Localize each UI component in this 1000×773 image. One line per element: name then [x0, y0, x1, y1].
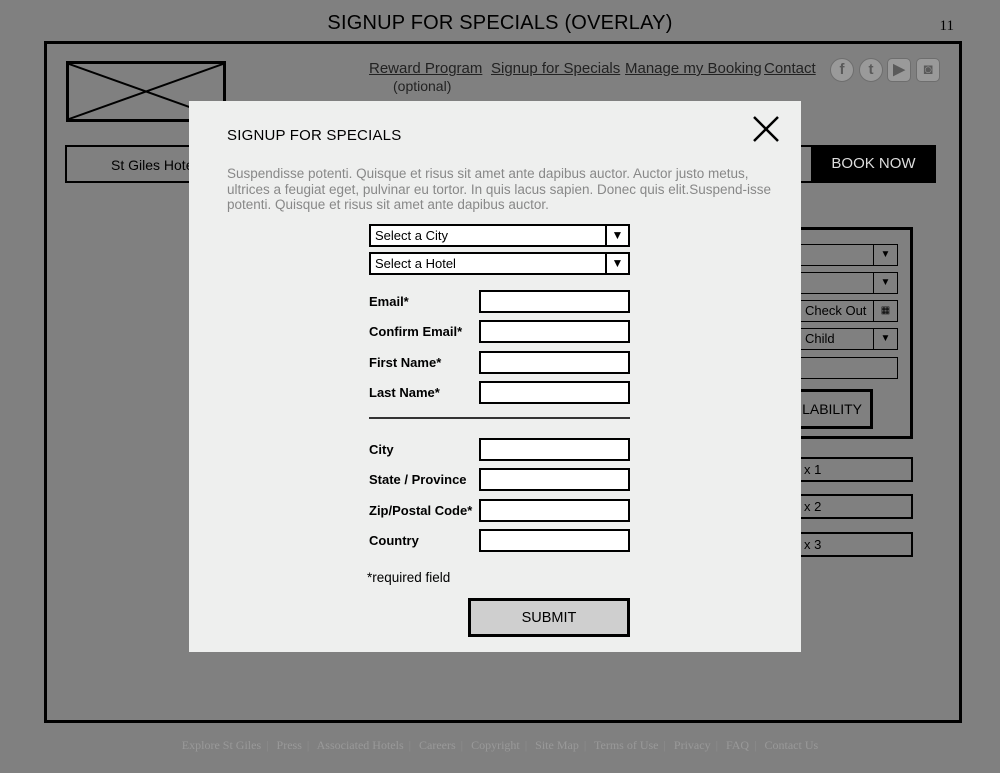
- nav-manage-booking[interactable]: Manage my Booking: [625, 60, 762, 77]
- chevron-down-icon: ▼: [873, 245, 897, 265]
- first-name-label: First Name*: [369, 355, 442, 370]
- state-label: State / Province: [369, 472, 467, 487]
- email-label: Email*: [369, 294, 409, 309]
- email-field[interactable]: [479, 290, 630, 313]
- footer-careers[interactable]: Careers: [419, 738, 456, 752]
- nav-signup-specials[interactable]: Signup for Specials: [491, 60, 620, 77]
- calendar-icon[interactable]: ▦: [873, 301, 897, 321]
- chevron-down-icon: ▼: [873, 329, 897, 349]
- footer-faq[interactable]: FAQ: [726, 738, 749, 752]
- select-city-label: Select a City: [375, 228, 448, 243]
- close-icon[interactable]: [752, 115, 780, 143]
- footer-explore[interactable]: Explore St Giles: [182, 738, 261, 752]
- select-city-dropdown[interactable]: Select a City ▼: [369, 224, 630, 247]
- confirm-email-label: Confirm Email*: [369, 324, 463, 339]
- youtube-icon[interactable]: ▶: [887, 58, 911, 82]
- footer-privacy[interactable]: Privacy: [674, 738, 711, 752]
- nav-reward-optional: (optional): [393, 78, 452, 94]
- overlay-description: Suspendisse potenti. Quisque et risus si…: [227, 166, 772, 212]
- footer-associated-hotels[interactable]: Associated Hotels: [317, 738, 404, 752]
- last-name-field[interactable]: [479, 381, 630, 404]
- zip-label: Zip/Postal Code*: [369, 503, 473, 518]
- submit-button[interactable]: SUBMIT: [468, 598, 630, 637]
- select-hotel-dropdown[interactable]: Select a Hotel ▼: [369, 252, 630, 275]
- chevron-down-icon: ▼: [605, 254, 628, 273]
- footer-contact[interactable]: Contact Us: [765, 738, 819, 752]
- footer-press[interactable]: Press: [277, 738, 302, 752]
- first-name-field[interactable]: [479, 351, 630, 374]
- facebook-icon[interactable]: f: [830, 58, 854, 82]
- nav-contact[interactable]: Contact: [764, 60, 816, 77]
- hotel-selector-label: St Giles Hote: [111, 157, 194, 173]
- twitter-icon[interactable]: t: [859, 58, 883, 82]
- instagram-icon[interactable]: ◙: [916, 58, 940, 82]
- country-label: Country: [369, 533, 419, 548]
- nav-reward-program[interactable]: Reward Program: [369, 60, 482, 77]
- last-name-label: Last Name*: [369, 385, 440, 400]
- chevron-down-icon: ▼: [605, 226, 628, 245]
- footer-links: Explore St Giles | Press | Associated Hote…: [181, 738, 819, 752]
- check-out-label: Check Out: [805, 303, 867, 318]
- required-note: *required field: [367, 570, 451, 585]
- book-now-button[interactable]: BOOK NOW: [811, 145, 936, 183]
- city-label: City: [369, 442, 394, 457]
- footer-copyright[interactable]: Copyright: [471, 738, 520, 752]
- select-hotel-label: Select a Hotel: [375, 256, 456, 271]
- overlay-title: SIGNUP FOR SPECIALS: [227, 127, 402, 144]
- chevron-down-icon: ▼: [873, 273, 897, 293]
- footer-terms[interactable]: Terms of Use: [594, 738, 658, 752]
- zip-field[interactable]: [479, 499, 630, 522]
- form-divider: [369, 417, 630, 419]
- page-title: SIGNUP FOR SPECIALS (OVERLAY): [327, 12, 673, 34]
- state-field[interactable]: [479, 468, 630, 491]
- confirm-email-field[interactable]: [479, 320, 630, 343]
- child-label: Child: [805, 331, 835, 346]
- footer-site-map[interactable]: Site Map: [535, 738, 579, 752]
- page-number: 11: [939, 18, 954, 34]
- signup-overlay: SIGNUP FOR SPECIALS Suspendisse potenti.…: [189, 101, 801, 652]
- city-field[interactable]: [479, 438, 630, 461]
- country-field[interactable]: [479, 529, 630, 552]
